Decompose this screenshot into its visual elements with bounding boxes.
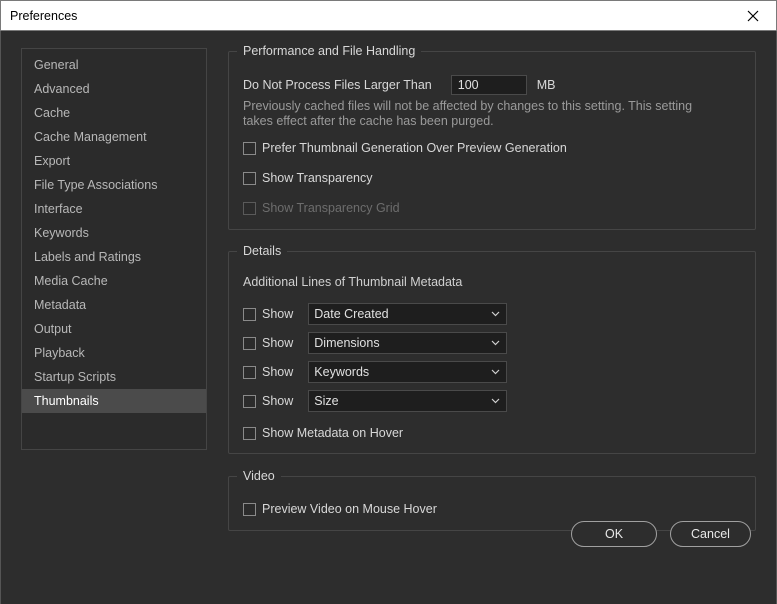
metadata-line-3-show-label[interactable]: Show — [262, 365, 293, 379]
max-size-label: Do Not Process Files Larger Than — [243, 78, 432, 92]
close-icon — [747, 10, 759, 22]
title-bar: Preferences — [0, 0, 777, 31]
cache-note-line1: Previously cached files will not be affe… — [243, 99, 693, 113]
sidebar-item-output[interactable]: Output — [22, 317, 206, 341]
sidebar-item-cache[interactable]: Cache — [22, 101, 206, 125]
cache-note-line2: takes effect after the cache has been pu… — [243, 114, 494, 128]
metadata-line-2-show-label[interactable]: Show — [262, 336, 293, 350]
sidebar-item-playback[interactable]: Playback — [22, 341, 206, 365]
metadata-line-4-checkbox[interactable] — [243, 394, 256, 408]
metadata-line-3-select[interactable]: Keywords — [308, 361, 508, 383]
metadata-line-2-select[interactable]: Dimensions — [308, 332, 508, 354]
max-size-input[interactable] — [450, 75, 527, 95]
sidebar-item-labels-and-ratings[interactable]: Labels and Ratings — [22, 245, 206, 269]
show-transparency-grid-row: Show Transparency Grid — [243, 201, 400, 215]
show-transparency-row[interactable]: Show Transparency — [243, 171, 372, 185]
details-group: Details Additional Lines of Thumbnail Me… — [228, 243, 756, 454]
cancel-button[interactable]: Cancel — [670, 521, 751, 547]
sidebar-item-interface[interactable]: Interface — [22, 197, 206, 221]
preferences-sidebar: General Advanced Cache Cache Management Expo… — [21, 48, 207, 450]
metadata-line-1-checkbox[interactable] — [243, 307, 256, 321]
metadata-hover-checkbox[interactable] — [243, 426, 256, 440]
preview-video-label[interactable]: Preview Video on Mouse Hover — [262, 502, 437, 516]
metadata-line-3: Show Keywords — [243, 361, 508, 383]
metadata-line-2-checkbox[interactable] — [243, 336, 256, 350]
metadata-line-2-value: Dimensions — [314, 336, 380, 350]
details-group-title: Details — [237, 243, 288, 259]
metadata-line-3-checkbox[interactable] — [243, 365, 256, 379]
max-size-row: Do Not Process Files Larger Than MB — [243, 75, 556, 95]
chevron-down-icon — [491, 340, 500, 346]
prefer-thumbnail-label[interactable]: Prefer Thumbnail Generation Over Preview… — [262, 141, 567, 155]
preview-video-checkbox[interactable] — [243, 502, 256, 516]
metadata-line-1-select[interactable]: Date Created — [308, 303, 508, 325]
performance-group: Performance and File Handling Do Not Pro… — [228, 43, 756, 230]
show-transparency-grid-label: Show Transparency Grid — [262, 201, 400, 215]
preview-video-row[interactable]: Preview Video on Mouse Hover — [243, 502, 437, 516]
metadata-line-2: Show Dimensions — [243, 332, 508, 354]
metadata-line-4-show-label[interactable]: Show — [262, 394, 293, 408]
max-size-unit: MB — [536, 78, 556, 92]
sidebar-item-metadata[interactable]: Metadata — [22, 293, 206, 317]
metadata-hover-label[interactable]: Show Metadata on Hover — [262, 426, 403, 440]
chevron-down-icon — [491, 398, 500, 404]
metadata-line-3-value: Keywords — [314, 365, 370, 379]
sidebar-item-file-type-associations[interactable]: File Type Associations — [22, 173, 206, 197]
close-button[interactable] — [730, 1, 776, 31]
performance-group-title: Performance and File Handling — [237, 43, 422, 59]
video-group-title: Video — [237, 468, 281, 484]
prefer-thumbnail-row[interactable]: Prefer Thumbnail Generation Over Preview… — [243, 141, 567, 155]
sidebar-item-thumbnails[interactable]: Thumbnails — [22, 389, 206, 413]
metadata-line-4-select[interactable]: Size — [308, 390, 508, 412]
metadata-line-1: Show Date Created — [243, 303, 508, 325]
metadata-line-4: Show Size — [243, 390, 508, 412]
metadata-line-1-show-label[interactable]: Show — [262, 307, 293, 321]
sidebar-item-keywords[interactable]: Keywords — [22, 221, 206, 245]
sidebar-list: General Advanced Cache Cache Management Expo… — [22, 49, 206, 413]
sidebar-item-general[interactable]: General — [22, 53, 206, 77]
show-transparency-grid-checkbox — [243, 201, 256, 215]
prefer-thumbnail-checkbox[interactable] — [243, 141, 256, 155]
metadata-line-4-value: Size — [314, 394, 339, 408]
show-transparency-label[interactable]: Show Transparency — [262, 171, 372, 185]
sidebar-item-export[interactable]: Export — [22, 149, 206, 173]
show-transparency-checkbox[interactable] — [243, 171, 256, 185]
metadata-hover-row[interactable]: Show Metadata on Hover — [243, 426, 403, 440]
chevron-down-icon — [491, 311, 500, 317]
chevron-down-icon — [491, 369, 500, 375]
window-title: Preferences — [10, 9, 78, 23]
ok-button[interactable]: OK — [571, 521, 657, 547]
metadata-line-1-value: Date Created — [314, 307, 389, 321]
details-subtitle: Additional Lines of Thumbnail Metadata — [243, 275, 463, 289]
sidebar-item-cache-management[interactable]: Cache Management — [22, 125, 206, 149]
sidebar-item-startup-scripts[interactable]: Startup Scripts — [22, 365, 206, 389]
sidebar-item-advanced[interactable]: Advanced — [22, 77, 206, 101]
sidebar-item-media-cache[interactable]: Media Cache — [22, 269, 206, 293]
